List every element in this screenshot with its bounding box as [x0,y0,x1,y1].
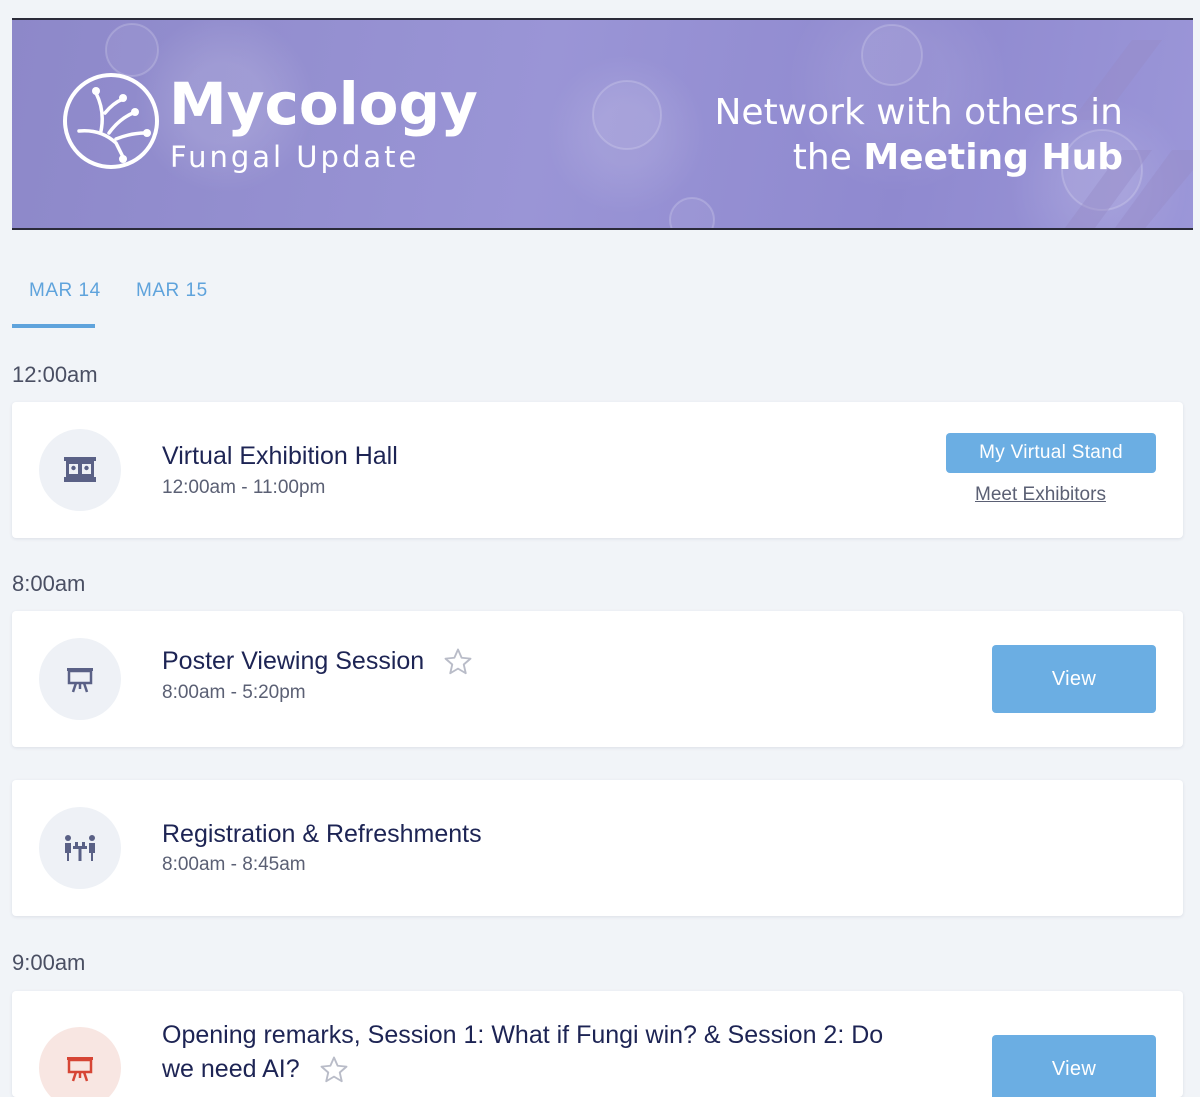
tab-mar-15[interactable]: MAR 15 [136,280,208,302]
time-heading-800am: 8:00am [12,571,86,596]
session-title: Registration & Refreshments [162,820,482,848]
session-time: 8:00am - 8:45am [162,854,306,875]
session-title-line-2-row: we need AI? [162,1052,962,1086]
session-card-exhibition[interactable]: Virtual Exhibition Hall 12:00am - 11:00p… [12,402,1183,538]
icon-badge [39,429,121,511]
tagline-bold: Meeting Hub [863,137,1123,178]
logo-subtitle: Fungal Update [170,140,420,174]
active-tab-indicator [12,324,95,328]
view-button[interactable]: View [992,1035,1156,1097]
session-title-block: Opening remarks, Session 1: What if Fung… [162,1018,962,1086]
tab-mar-14[interactable]: MAR 14 [29,280,101,302]
session-card-registration[interactable]: Registration & Refreshments 8:00am - 8:4… [12,780,1183,916]
session-title-line-2: we need AI? [162,1055,300,1083]
session-card-poster[interactable]: Poster Viewing Session 8:00am - 5:20pm V… [12,611,1183,747]
presentation-board-icon [67,668,93,693]
favorite-star-icon[interactable] [319,1055,349,1085]
icon-badge [39,807,121,889]
my-virtual-stand-button[interactable]: My Virtual Stand [946,433,1156,473]
session-card-opening[interactable]: Opening remarks, Session 1: What if Fung… [12,991,1183,1097]
time-heading-900am: 9:00am [12,950,86,975]
banner-tagline: Network with others in the Meeting Hub [715,90,1124,180]
event-banner: Mycology Fungal Update Network with othe… [12,18,1193,230]
exhibition-hall-icon [64,457,96,482]
session-time: 12:00am - 11:00pm [162,477,326,498]
tagline-line-1: Network with others in [714,92,1124,133]
tagline-line-2: the Meeting Hub [715,135,1123,180]
date-tabs: MAR 14 MAR 15 [12,280,312,330]
mycology-logo-icon [63,73,159,169]
networking-people-icon [65,835,95,861]
presentation-board-icon [67,1057,93,1082]
time-heading-1200am: 12:00am [12,362,98,387]
icon-badge [39,1027,121,1097]
session-time: 8:00am - 5:20pm [162,682,306,703]
session-title: Poster Viewing Session [162,647,425,675]
icon-badge [39,638,121,720]
favorite-star-icon[interactable] [443,647,473,677]
session-title: Virtual Exhibition Hall [162,442,398,470]
view-button[interactable]: View [992,645,1156,713]
logo-title: Mycology [169,70,478,138]
session-title-line-1: Opening remarks, Session 1: What if Fung… [162,1021,884,1049]
session-title-row: Poster Viewing Session [162,644,473,678]
meet-exhibitors-link[interactable]: Meet Exhibitors [975,484,1106,506]
tagline-prefix: the [792,137,852,178]
